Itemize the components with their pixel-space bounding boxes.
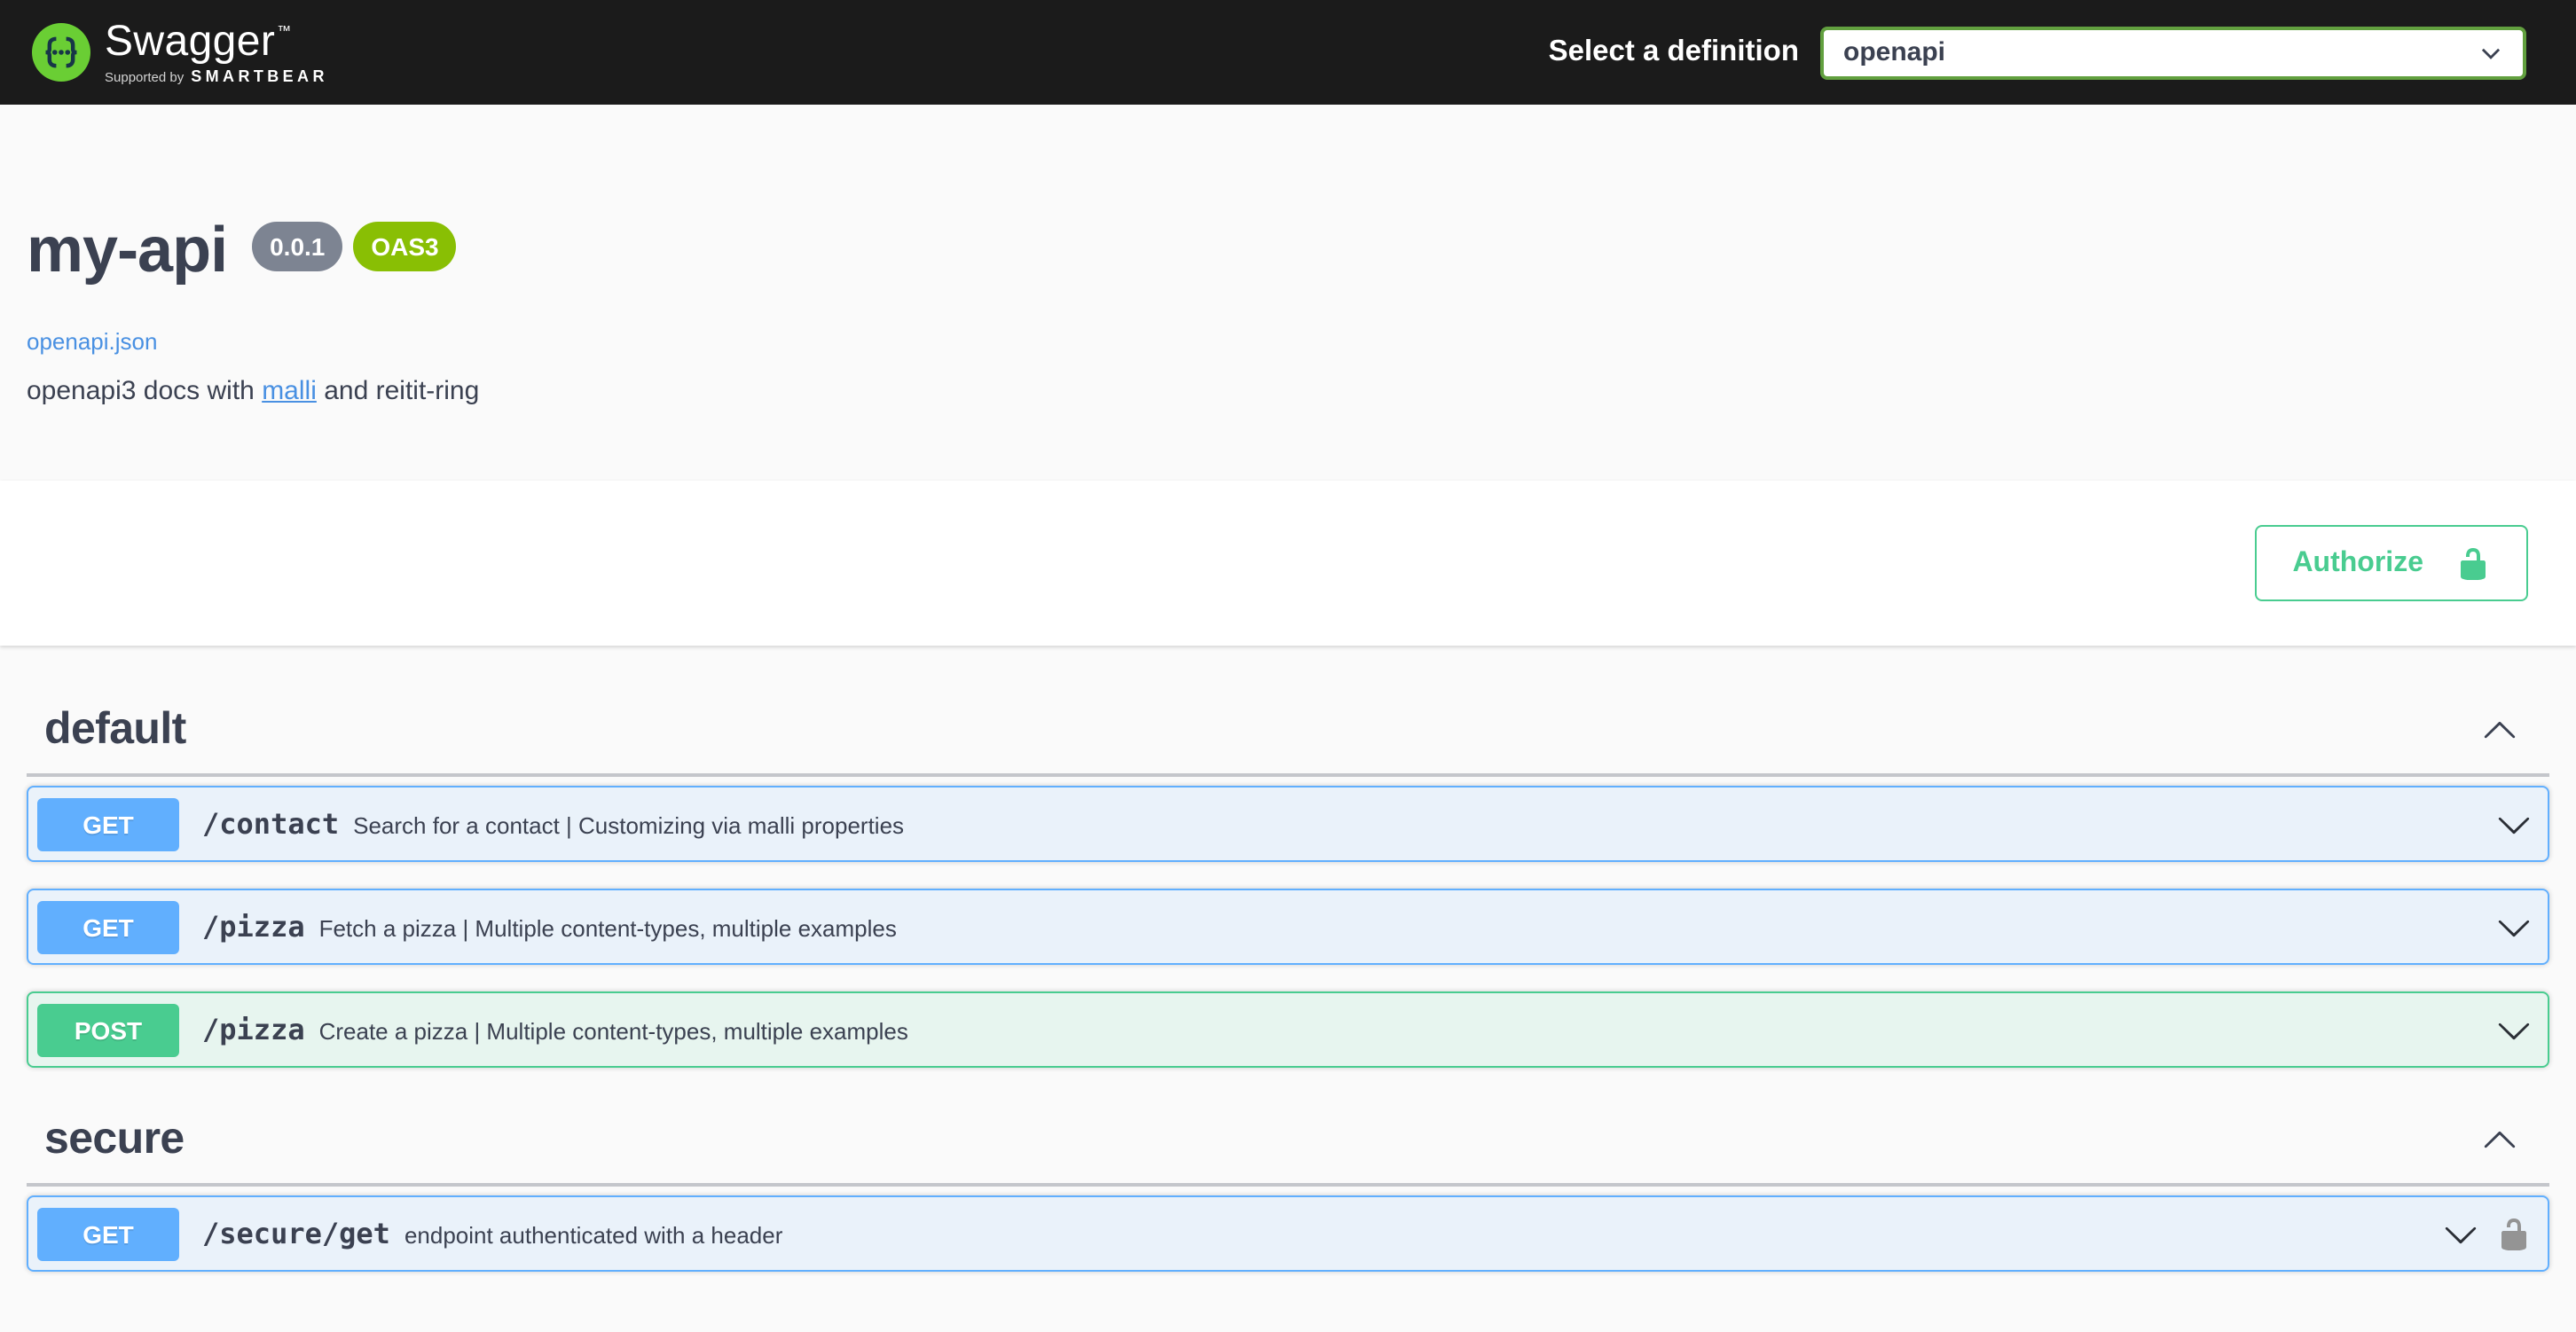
chevron-down-icon — [2496, 909, 2532, 944]
authorize-button[interactable]: Authorize — [2255, 525, 2528, 601]
http-method-badge: GET — [37, 797, 179, 850]
expand-operation-button[interactable] — [2496, 909, 2532, 944]
operation-row[interactable]: GET /secure/get endpoint authenticated w… — [27, 1195, 2549, 1272]
topbar: Swagger™ Supported by SMARTBEAR Select a… — [0, 0, 2576, 105]
trademark-symbol: ™ — [277, 22, 291, 38]
api-badges: 0.0.1 OAS3 — [252, 222, 457, 271]
http-method-badge: GET — [37, 1207, 179, 1260]
operation-row[interactable]: GET /pizza Fetch a pizza | Multiple cont… — [27, 889, 2549, 965]
chevron-up-icon — [2482, 711, 2517, 747]
chevron-up-icon — [2482, 1121, 2517, 1156]
operation-row[interactable]: POST /pizza Create a pizza | Multiple co… — [27, 991, 2549, 1068]
brand-tagline: Supported by SMARTBEAR — [105, 68, 328, 84]
swagger-ui-page: Swagger™ Supported by SMARTBEAR Select a… — [0, 0, 2576, 1332]
operation-path: /secure/get — [202, 1217, 390, 1250]
tag-name: default — [44, 702, 186, 756]
description-suffix: and reitit-ring — [317, 376, 479, 406]
scheme-container: Authorize — [0, 481, 2576, 646]
api-title-text: my-api — [27, 211, 227, 289]
chevron-down-icon — [2496, 1012, 2532, 1047]
tag-section-default: default GET /contact Search for a contac… — [27, 685, 2549, 1068]
brand-name: Swagger™ — [105, 20, 328, 63]
expand-operation-button[interactable] — [2496, 806, 2532, 842]
authorization-lock-button[interactable] — [2496, 1216, 2532, 1251]
operation-controls — [2496, 909, 2539, 944]
operation-controls — [2496, 806, 2539, 842]
tag-name: secure — [44, 1112, 185, 1165]
authorize-button-label: Authorize — [2292, 547, 2423, 579]
api-description: openapi3 docs with malli and reitit-ring — [27, 376, 2549, 406]
http-method-badge: GET — [37, 900, 179, 953]
operation-summary: Create a pizza | Multiple content-types,… — [319, 1017, 908, 1044]
tag-section-secure: secure GET /secure/get endpoint authenti… — [27, 1094, 2549, 1272]
operation-summary: Search for a contact | Customizing via m… — [353, 811, 904, 838]
tag-header[interactable]: secure — [27, 1094, 2549, 1187]
chevron-down-icon — [2478, 40, 2503, 65]
version-badge: 0.0.1 — [252, 222, 342, 271]
chevron-down-icon — [2496, 806, 2532, 842]
definition-select[interactable]: openapi — [1820, 26, 2526, 79]
definition-selector-area: Select a definition openapi — [1549, 26, 2544, 79]
unlocked-padlock-icon — [2496, 1216, 2532, 1251]
expand-operation-button[interactable] — [2496, 1012, 2532, 1047]
swagger-logo-icon — [32, 23, 90, 82]
operation-path: /pizza — [202, 1013, 305, 1046]
operation-path: /contact — [202, 807, 339, 841]
spec-file-link[interactable]: openapi.json — [27, 328, 157, 355]
malli-link[interactable]: malli — [262, 376, 317, 406]
http-method-badge: POST — [37, 1003, 179, 1056]
operation-controls — [2496, 1012, 2539, 1047]
tag-header[interactable]: default — [27, 685, 2549, 777]
operations-group: GET /contact Search for a contact | Cust… — [27, 786, 2549, 1068]
collapse-section-button[interactable] — [2482, 711, 2517, 747]
definition-select-value: openapi — [1843, 37, 1945, 67]
supported-by-text: Supported by — [105, 70, 184, 83]
api-title: my-api 0.0.1 OAS3 — [27, 211, 2549, 289]
info-section: my-api 0.0.1 OAS3 openapi.json openapi3 … — [0, 105, 2576, 481]
operation-row[interactable]: GET /contact Search for a contact | Cust… — [27, 786, 2549, 862]
swagger-logo: Swagger™ Supported by SMARTBEAR — [32, 20, 328, 84]
smartbear-wordmark: SMARTBEAR — [191, 68, 328, 84]
chevron-down-icon — [2443, 1216, 2478, 1251]
operations-list: default GET /contact Search for a contac… — [0, 685, 2576, 1272]
oas3-badge: OAS3 — [353, 222, 456, 271]
operation-path: /pizza — [202, 910, 305, 944]
expand-operation-button[interactable] — [2443, 1216, 2478, 1251]
description-prefix: openapi3 docs with — [27, 376, 262, 406]
operation-summary: endpoint authenticated with a header — [404, 1221, 782, 1248]
brand-block: Swagger™ Supported by SMARTBEAR — [105, 20, 328, 84]
select-definition-label: Select a definition — [1549, 35, 1799, 69]
collapse-section-button[interactable] — [2482, 1121, 2517, 1156]
operation-summary: Fetch a pizza | Multiple content-types, … — [319, 914, 897, 941]
operations-group: GET /secure/get endpoint authenticated w… — [27, 1195, 2549, 1272]
unlocked-padlock-icon — [2455, 545, 2491, 581]
operation-controls — [2443, 1216, 2539, 1251]
